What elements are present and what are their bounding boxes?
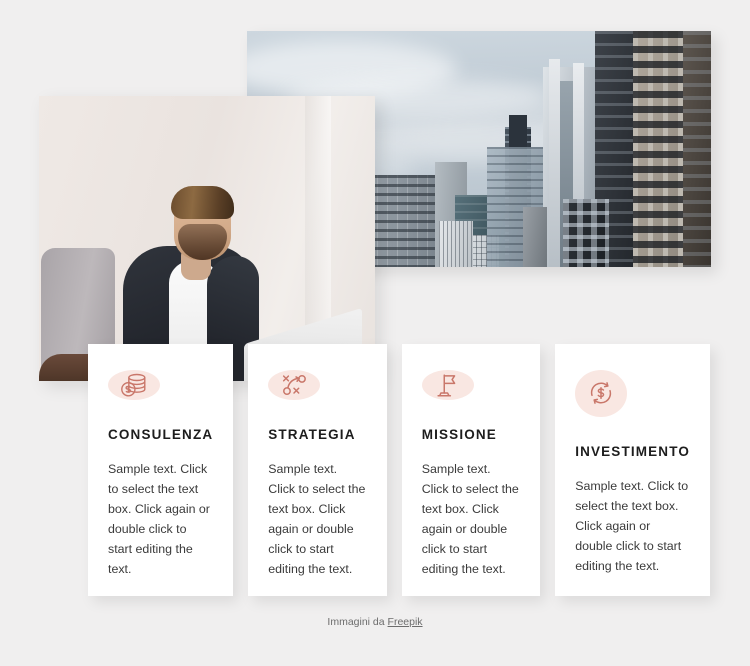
building-tower	[683, 31, 711, 267]
feature-card[interactable]: INVESTIMENTO Sample text. Click to selec…	[555, 344, 711, 596]
card-description: Sample text. Click to select the text bo…	[421, 462, 519, 577]
card-description: Sample text. Click to select the text bo…	[575, 478, 689, 573]
window-grid	[439, 221, 473, 267]
feature-card[interactable]: STRATEGIA Sample text. Click to select t…	[248, 344, 387, 596]
card-title: STRATEGIA	[268, 427, 356, 442]
image-credit: Immagini da Freepik	[0, 616, 750, 628]
card-title: CONSULENZA	[108, 427, 214, 442]
feature-card[interactable]: CONSULENZA Sample text. Click to select …	[88, 344, 234, 596]
card-title: MISSIONE	[421, 427, 497, 442]
window-grid	[683, 31, 711, 267]
money-exchange-icon	[575, 370, 628, 417]
building-fin	[549, 59, 560, 267]
building-block	[367, 175, 445, 267]
credit-prefix: Immagini da	[327, 616, 385, 628]
window-grid	[367, 175, 445, 267]
card-description: Sample text. Click to select the text bo…	[268, 462, 366, 577]
card-title: INVESTIMENTO	[575, 443, 691, 459]
flag-icon	[421, 370, 474, 400]
feature-card[interactable]: MISSIONE Sample text. Click to select th…	[401, 344, 541, 596]
hair	[171, 186, 234, 219]
window-grid	[563, 199, 609, 267]
feature-cards-row: CONSULENZA Sample text. Click to select …	[88, 344, 711, 596]
building-block	[563, 199, 609, 267]
card-description: Sample text. Click to select the text bo…	[108, 462, 210, 577]
businessman-photo	[39, 96, 375, 381]
page-stage: CONSULENZA Sample text. Click to select …	[0, 0, 750, 666]
building-block	[523, 207, 547, 267]
freepik-link[interactable]: Freepik	[388, 616, 423, 628]
coins-stack-icon	[108, 370, 160, 400]
strategy-playbook-icon	[268, 370, 321, 400]
building-block	[439, 221, 473, 267]
